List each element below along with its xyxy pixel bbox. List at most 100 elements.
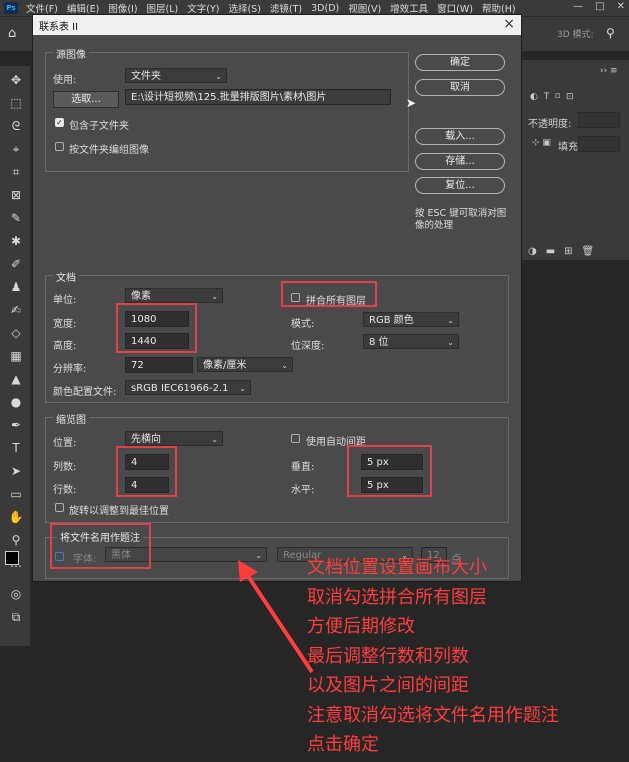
- move-tool-icon[interactable]: ✥: [7, 72, 25, 88]
- dodge-tool-icon[interactable]: ●: [7, 394, 25, 410]
- menu-plugins[interactable]: 增效工具: [390, 1, 428, 15]
- dialog-title: 联系表 II: [39, 22, 79, 33]
- rotate-checkbox[interactable]: [55, 503, 64, 512]
- browse-button[interactable]: 选取...: [53, 91, 119, 108]
- foreground-color-swatch[interactable]: [5, 551, 19, 565]
- auto-spacing-checkbox[interactable]: [291, 434, 300, 443]
- resolution-unit-select[interactable]: 像素/厘米 ⌄: [197, 357, 293, 372]
- dialog-close-icon[interactable]: ×: [503, 16, 515, 32]
- tools-panel: ✥ ⬚ ᘓ ⌖ ⌗ ⊠ ✎ ✱ ✐ ♟ ✍ ◇ ▦ ▲ ● ✒ T ➤ ▭ ✋ …: [0, 66, 30, 646]
- panel-collapse-icon[interactable]: ›› ≡: [600, 66, 618, 76]
- menu-filter[interactable]: 滤镜(T): [270, 1, 302, 15]
- chevron-down-icon: ⌄: [239, 384, 246, 393]
- load-button[interactable]: 载入...: [415, 128, 505, 145]
- color-profile-select[interactable]: sRGB IEC61966-2.1 ⌄: [125, 380, 251, 395]
- quick-select-tool-icon[interactable]: ⌖: [7, 141, 25, 157]
- maximize-icon[interactable]: □: [595, 1, 604, 12]
- units-label: 单位:: [53, 295, 77, 306]
- mouse-cursor-icon: ➤: [406, 96, 417, 110]
- layer-filter-icons[interactable]: ◐T⌑⊡: [530, 92, 580, 102]
- menu-window[interactable]: 窗口(W): [437, 1, 473, 15]
- resolution-label: 分辨率:: [53, 364, 87, 375]
- window-controls: — □ ✕: [573, 1, 625, 12]
- lasso-tool-icon[interactable]: ᘓ: [7, 118, 25, 134]
- healing-tool-icon[interactable]: ✱: [7, 233, 25, 249]
- annotation-line-7: 点击确定: [307, 734, 379, 755]
- quick-mask-icon[interactable]: ◎: [7, 586, 25, 602]
- mode-label: 模式:: [291, 319, 315, 330]
- rotate-label: 旋转以调整到最佳位置: [69, 506, 169, 517]
- bit-depth-label: 位深度:: [291, 341, 325, 352]
- close-icon[interactable]: ✕: [617, 1, 625, 12]
- cancel-button[interactable]: 取消: [415, 79, 505, 96]
- menu-edit[interactable]: 编辑(E): [67, 1, 99, 15]
- zoom-tool-icon[interactable]: ⚲: [7, 532, 25, 548]
- chevron-down-icon: ⌄: [447, 338, 454, 347]
- crop-tool-icon[interactable]: ⌗: [7, 164, 25, 180]
- history-brush-tool-icon[interactable]: ✍: [7, 302, 25, 318]
- gradient-tool-icon[interactable]: ▦: [7, 348, 25, 364]
- highlight-spacing: [347, 445, 432, 497]
- menu-select[interactable]: 选择(S): [228, 1, 260, 15]
- opacity-field[interactable]: [578, 112, 620, 128]
- menu-layer[interactable]: 图层(L): [147, 1, 179, 15]
- blur-tool-icon[interactable]: ▲: [7, 371, 25, 387]
- bit-depth-select[interactable]: 8 位 ⌄: [363, 334, 459, 349]
- pen-tool-icon[interactable]: ✒: [7, 417, 25, 433]
- minimize-icon[interactable]: —: [573, 1, 583, 12]
- lock-icons[interactable]: ⊹ ▣: [532, 138, 551, 148]
- chevron-down-icon: ⌄: [211, 435, 218, 444]
- mode-select[interactable]: RGB 颜色 ⌄: [363, 312, 459, 327]
- mode-3d-label: 3D 模式:: [557, 30, 594, 40]
- use-label: 使用:: [53, 75, 77, 86]
- group-by-folder-checkbox[interactable]: [55, 142, 64, 151]
- rectangle-tool-icon[interactable]: ▭: [7, 486, 25, 502]
- eyedropper-tool-icon[interactable]: ✎: [7, 210, 25, 226]
- annotation-line-3: 方便后期修改: [307, 616, 415, 637]
- save-button[interactable]: 存储...: [415, 153, 505, 170]
- screen-mode-icon[interactable]: ⧉: [7, 609, 25, 625]
- layers-panel: ›› ≡ ◐T⌑⊡ 不透明度: ⊹ ▣ 填充: ◑▬⊞🗑: [520, 60, 629, 260]
- contact-sheet-dialog: 联系表 II × 源图像 使用: 文件夹 ⌄ 选取... E:\设计短视频\125…: [32, 14, 522, 582]
- vertical-label: 垂直:: [291, 462, 315, 473]
- use-select[interactable]: 文件夹 ⌄: [125, 68, 227, 83]
- opacity-label: 不透明度:: [528, 119, 572, 130]
- highlight-flatten: [281, 281, 377, 307]
- annotation-line-2: 取消勾选拼合所有图层: [307, 587, 487, 608]
- columns-label: 列数:: [53, 462, 77, 473]
- type-tool-icon[interactable]: T: [7, 440, 25, 456]
- search-icon[interactable]: ⚲: [606, 26, 615, 40]
- place-select[interactable]: 先横向 ⌄: [125, 431, 223, 446]
- home-icon[interactable]: ⌂: [8, 26, 16, 41]
- stamp-tool-icon[interactable]: ♟: [7, 279, 25, 295]
- layer-actions-icons[interactable]: ◑▬⊞🗑: [528, 246, 603, 257]
- menu-file[interactable]: 文件(F): [26, 1, 58, 15]
- brush-tool-icon[interactable]: ✐: [7, 256, 25, 272]
- include-subfolders-label: 包含子文件夹: [69, 121, 129, 132]
- width-label: 宽度:: [53, 319, 77, 330]
- path-select-tool-icon[interactable]: ➤: [7, 463, 25, 479]
- menu-type[interactable]: 文字(Y): [187, 1, 219, 15]
- menu-view[interactable]: 视图(V): [348, 1, 381, 15]
- place-label: 位置:: [53, 438, 77, 449]
- highlight-size: [116, 303, 197, 353]
- dialog-titlebar: 联系表 II ×: [33, 15, 521, 35]
- frame-tool-icon[interactable]: ⊠: [7, 187, 25, 203]
- thumbnails-title: 缩览图: [53, 411, 89, 426]
- units-select[interactable]: 像素 ⌄: [125, 288, 223, 303]
- ok-button[interactable]: 确定: [415, 54, 505, 71]
- source-images-title: 源图像: [53, 46, 89, 61]
- eraser-tool-icon[interactable]: ◇: [7, 325, 25, 341]
- fill-field[interactable]: [578, 136, 620, 152]
- rows-label: 行数:: [53, 485, 77, 496]
- hand-tool-icon[interactable]: ✋: [7, 509, 25, 525]
- menu-image[interactable]: 图像(I): [108, 1, 137, 15]
- menu-3d[interactable]: 3D(D): [311, 3, 339, 14]
- photoshop-logo: Ps: [4, 2, 18, 14]
- marquee-tool-icon[interactable]: ⬚: [7, 95, 25, 111]
- include-subfolders-checkbox[interactable]: ✓: [55, 118, 64, 127]
- group-by-folder-label: 按文件夹编组图像: [69, 145, 149, 156]
- reset-button[interactable]: 复位...: [415, 177, 505, 194]
- resolution-field[interactable]: 72: [125, 357, 193, 373]
- menu-help[interactable]: 帮助(H): [482, 1, 516, 15]
